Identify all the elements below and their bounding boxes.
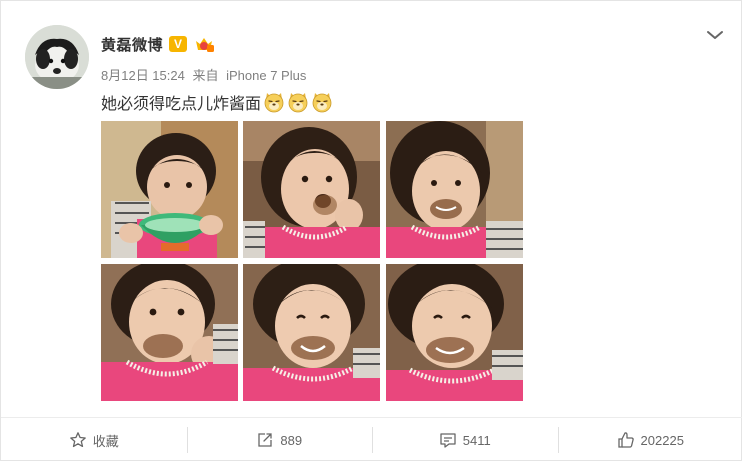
comment-button[interactable]: 5411 xyxy=(372,418,558,461)
chevron-down-icon[interactable] xyxy=(705,25,725,45)
post-photo[interactable] xyxy=(243,121,380,258)
post-source: iPhone 7 Plus xyxy=(226,68,307,83)
post-meta: 8月12日 15:24 来自 iPhone 7 Plus xyxy=(101,65,306,84)
thumbs-up-icon xyxy=(617,432,634,448)
post-photo[interactable] xyxy=(386,264,523,401)
post-timestamp[interactable]: 8月12日 15:24 xyxy=(101,68,185,83)
post-text: 她必须得吃点儿炸酱面 xyxy=(101,90,333,114)
repost-count: 889 xyxy=(280,432,303,448)
member-crown-icon[interactable] xyxy=(193,35,215,53)
doge-emoji-icon xyxy=(264,93,284,113)
post-photo[interactable] xyxy=(101,121,238,258)
post-photo[interactable] xyxy=(243,264,380,401)
avatar[interactable] xyxy=(25,25,89,89)
comment-count: 5411 xyxy=(462,432,491,448)
post-body: 她必须得吃点儿炸酱面 xyxy=(101,94,262,113)
like-count: 202225 xyxy=(640,432,684,448)
post-photo[interactable] xyxy=(101,264,238,401)
author-row: 黄磊微博 V xyxy=(101,32,215,56)
photo-grid xyxy=(101,121,523,401)
like-button[interactable]: 202225 xyxy=(557,418,742,461)
source-prefix: 来自 xyxy=(192,68,219,83)
star-icon xyxy=(69,432,86,448)
doge-emoji-icon xyxy=(312,93,332,113)
post-photo[interactable] xyxy=(386,121,523,258)
repost-icon xyxy=(258,433,273,447)
repost-button[interactable]: 889 xyxy=(186,418,373,461)
author-name[interactable]: 黄磊微博 xyxy=(101,34,163,55)
weibo-post-card: 黄磊微博 V 8月12日 15:24 来自 iPhone 7 Plus 她必须得… xyxy=(0,0,742,461)
doge-emoji-icon xyxy=(288,93,308,113)
favorite-button[interactable]: 收藏 xyxy=(1,418,187,461)
favorite-label: 收藏 xyxy=(92,433,119,449)
verified-badge-icon[interactable]: V xyxy=(169,36,188,52)
action-bar: 收藏 889 5411 202225 xyxy=(1,417,742,461)
comment-icon xyxy=(440,433,456,448)
